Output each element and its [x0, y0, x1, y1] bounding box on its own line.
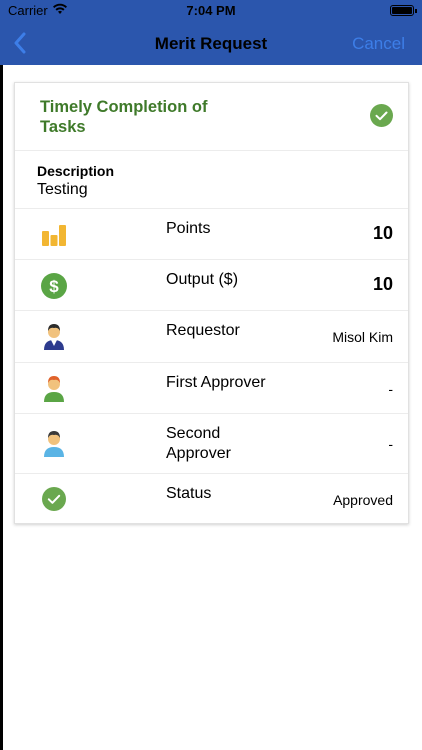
- output-row: $ Output ($) 10: [15, 260, 408, 311]
- requestor-row: Requestor Misol Kim: [15, 311, 408, 363]
- points-label: Points: [166, 220, 211, 237]
- output-label: Output ($): [166, 271, 239, 288]
- first-approver-value: -: [388, 381, 393, 397]
- merit-card: Timely Completion of Tasks Description T…: [14, 82, 409, 524]
- first-approver-label: First Approver: [166, 374, 266, 391]
- requestor-value: Misol Kim: [332, 329, 393, 345]
- svg-text:$: $: [49, 277, 59, 296]
- merit-title: Timely Completion of Tasks: [40, 98, 208, 136]
- person-icon: [41, 375, 67, 402]
- second-approver-value: -: [388, 436, 393, 452]
- points-value: 10: [372, 223, 393, 243]
- merit-header: Timely Completion of Tasks: [15, 83, 408, 151]
- person-icon: [41, 323, 67, 350]
- first-approver-row: First Approver -: [15, 363, 408, 414]
- output-value: 10: [372, 274, 393, 294]
- clock: 7:04 PM: [186, 3, 236, 18]
- check-circle-icon: [370, 104, 393, 127]
- status-label: Status: [166, 485, 212, 502]
- description-value: Testing: [37, 181, 88, 198]
- bar-chart-icon: [41, 222, 67, 248]
- second-approver-label: Second Approver: [166, 425, 231, 462]
- second-approver-row: Second Approver -: [15, 414, 408, 474]
- requestor-label: Requestor: [166, 322, 240, 339]
- status-value: Approved: [333, 492, 393, 508]
- person-icon: [41, 430, 67, 457]
- description-section: Description Testing: [15, 151, 408, 209]
- description-label: Description: [37, 163, 115, 179]
- dollar-circle-icon: $: [41, 273, 67, 299]
- nav-bar: Merit Request Cancel: [0, 22, 422, 65]
- battery-icon: [390, 5, 417, 16]
- cancel-button[interactable]: Cancel: [352, 34, 405, 54]
- check-circle-icon: [41, 486, 67, 512]
- left-edge: [0, 0, 3, 750]
- points-row: Points 10: [15, 209, 408, 260]
- status-row: Status Approved: [15, 474, 408, 524]
- status-bar: Carrier 7:04 PM: [0, 0, 422, 22]
